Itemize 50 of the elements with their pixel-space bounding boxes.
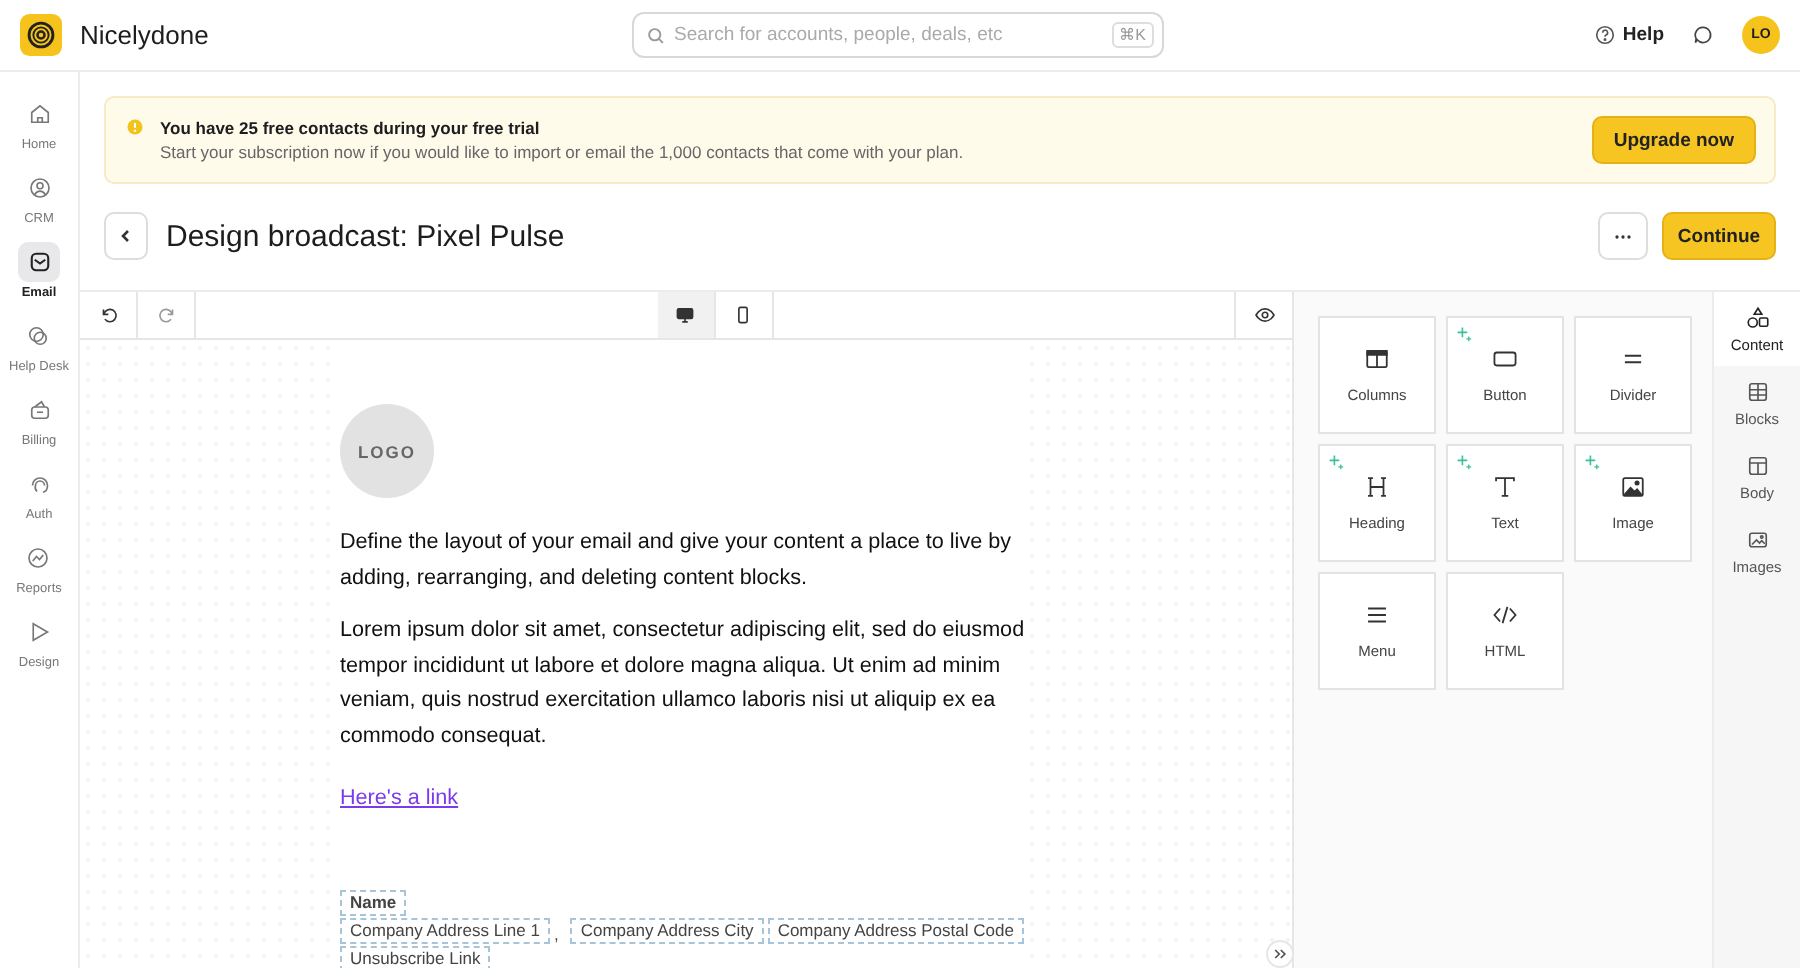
address-field-tag: Company Address Line 1 (340, 918, 550, 944)
logo-label: LOGO (357, 441, 417, 461)
help-button[interactable]: Help (1594, 24, 1664, 46)
chat-icon (26, 324, 51, 348)
address-field-tag: Company Address City (570, 918, 764, 944)
mail-icon (27, 250, 51, 274)
heading-icon (1364, 474, 1390, 500)
mobile-icon (732, 304, 754, 326)
person-icon (27, 176, 51, 200)
more-icon (1614, 233, 1632, 239)
view-button[interactable] (657, 292, 715, 338)
address-field-tag: Company Address Postal Code (767, 918, 1024, 944)
shortcut-hint: ⌘K (1111, 22, 1154, 48)
body-paragraph: Define the layout of your email and give your content a place to live by adding, rearranging, and deleting content blocks. (340, 528, 1013, 593)
button-icon (1492, 346, 1518, 372)
help-icon (1594, 24, 1617, 46)
double-chevron-icon (1272, 946, 1288, 962)
eye-icon (1253, 304, 1275, 326)
wallet-icon (27, 398, 51, 422)
banner-text: Start your subscription now if you would like to import or email the 1,000 contacts that come with your plan. (160, 142, 966, 162)
shapes-icon (1745, 306, 1769, 330)
search-icon (646, 25, 666, 45)
home-icon (27, 102, 51, 126)
layout-icon (1745, 454, 1769, 478)
blocks-icon (1745, 380, 1769, 404)
desktop-icon (674, 304, 696, 326)
code-icon (1492, 602, 1518, 628)
chat-icon[interactable] (1692, 24, 1714, 46)
continue-button[interactable]: Continue (1662, 212, 1776, 260)
info-icon (126, 118, 144, 136)
banner-title: You have 25 free contacts during your free trial (160, 118, 542, 138)
body-paragraph: Lorem ipsum dolor sit amet, consectetur adipiscing elit, sed do eiusmod tempor incididunt ut labore et dolore magna aliqua. Ut enim ad minim veniam, quis nostrud exercitation ullamco laboris nisi ut aliquip ex ea commodo consequat. (340, 616, 1027, 751)
unsubscribe-field-tag: Unsubscribe Link (340, 946, 491, 968)
upgrade-button[interactable]: Upgrade now (1591, 116, 1756, 164)
images-icon (1745, 528, 1769, 552)
columns-icon (1364, 346, 1390, 372)
logo-icon (20, 14, 62, 56)
pointer-icon (27, 620, 51, 644)
redo-icon (155, 304, 177, 326)
text-icon (1492, 474, 1518, 500)
app-name: Nicelydone (80, 20, 209, 50)
separator-comma: , (553, 924, 559, 944)
image-icon (1620, 474, 1646, 500)
name-field-tag: Name (340, 890, 407, 916)
chart-icon (26, 546, 51, 570)
page-title: Design broadcast: Pixel Pulse (166, 219, 565, 253)
menu-icon (1364, 602, 1390, 628)
link[interactable]: Here's a link (340, 786, 459, 810)
expand-button[interactable] (1266, 940, 1292, 968)
undo-icon (97, 304, 119, 326)
